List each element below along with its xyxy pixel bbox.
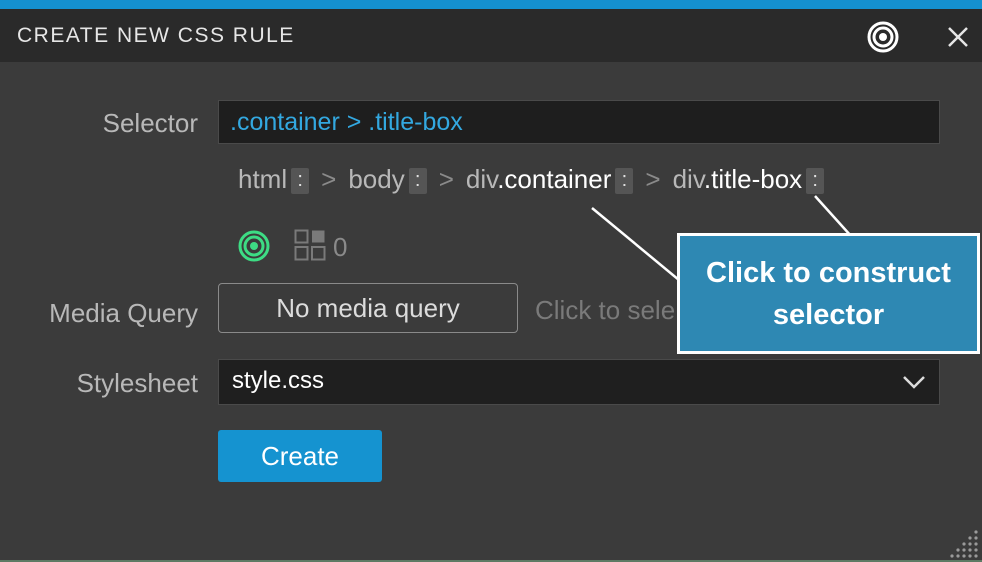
tooltip-callout: Click to construct selector	[677, 233, 980, 354]
stylesheet-value: style.css	[232, 367, 325, 394]
target-icon[interactable]	[866, 20, 900, 54]
close-icon[interactable]	[943, 22, 973, 52]
breadcrumb-item-div-container[interactable]: div.container:	[466, 164, 634, 195]
breadcrumb-options-icon[interactable]: :	[615, 167, 634, 194]
selector-input[interactable]	[218, 100, 940, 144]
dialog-title: CREATE NEW CSS RULE	[17, 24, 295, 47]
media-query-button[interactable]: No media query	[218, 283, 518, 333]
chevron-down-icon	[903, 376, 925, 389]
breadcrumb-item-body[interactable]: body:	[348, 164, 427, 195]
dialog-titlebar: CREATE NEW CSS RULE	[0, 9, 982, 62]
top-accent-strip	[0, 0, 982, 9]
match-count: 0	[333, 232, 348, 262]
media-query-hint: Click to sele	[535, 295, 676, 325]
target-icon[interactable]	[237, 229, 271, 263]
stylesheet-select[interactable]: style.css	[218, 359, 940, 405]
breadcrumb-item-div-title-box[interactable]: div.title-box:	[673, 164, 825, 195]
stylesheet-label: Stylesheet	[76, 368, 198, 398]
breadcrumb-separator: >	[645, 163, 661, 194]
grid-icon[interactable]	[294, 229, 326, 261]
selector-breadcrumb: html: > body: > div.container: > div.tit…	[238, 161, 825, 197]
breadcrumb-separator: >	[438, 163, 454, 194]
create-button[interactable]: Create	[218, 430, 382, 482]
breadcrumb-item-html[interactable]: html:	[238, 164, 310, 195]
selector-label: Selector	[102, 108, 198, 138]
breadcrumb-options-icon[interactable]: :	[806, 167, 825, 194]
media-query-label: Media Query	[49, 298, 198, 328]
resize-grip-icon[interactable]	[946, 526, 980, 560]
breadcrumb-separator: >	[321, 163, 337, 194]
breadcrumb-options-icon[interactable]: :	[408, 167, 427, 194]
breadcrumb-options-icon[interactable]: :	[291, 167, 310, 194]
